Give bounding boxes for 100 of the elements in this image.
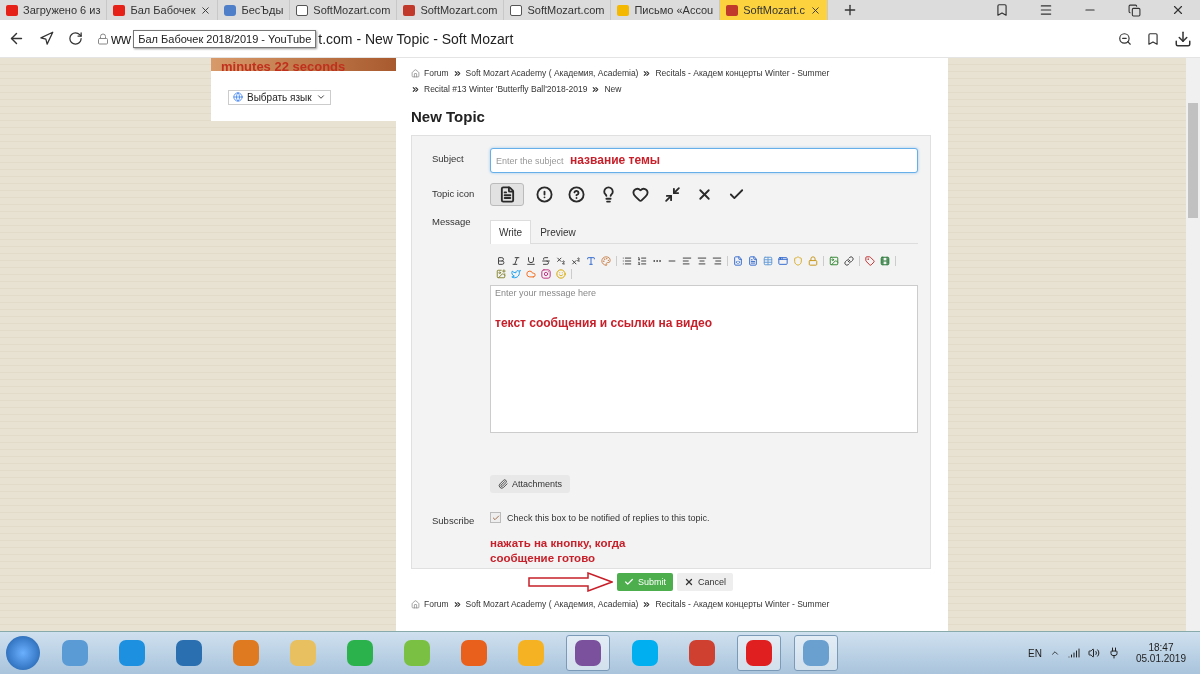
breadcrumb-link[interactable]: Forum bbox=[424, 598, 449, 611]
subscript-icon[interactable] bbox=[556, 256, 566, 266]
taskbar-app[interactable] bbox=[566, 635, 610, 671]
placeholder-text: Enter your message here bbox=[495, 288, 598, 298]
tab-title: SoftMozart.com bbox=[420, 4, 498, 16]
close-icon[interactable] bbox=[1171, 3, 1185, 17]
home-icon bbox=[411, 69, 420, 78]
start-button[interactable] bbox=[6, 636, 40, 670]
close-icon[interactable] bbox=[809, 4, 821, 16]
tab-title: Загружено 6 из bbox=[23, 4, 101, 16]
quote-icon[interactable] bbox=[748, 256, 758, 266]
cross-icon bbox=[684, 577, 694, 587]
tab-title: SoftMozart.com bbox=[313, 4, 391, 16]
film-icon[interactable] bbox=[880, 256, 890, 266]
code-icon[interactable] bbox=[733, 256, 743, 266]
breadcrumb-link[interactable]: Soft Mozart Academy ( Академия, Academia) bbox=[465, 598, 639, 611]
language-select[interactable]: Выбрать язык bbox=[228, 89, 331, 105]
editor-tab[interactable]: Write bbox=[490, 220, 532, 244]
subscribe-checkbox[interactable] bbox=[490, 512, 501, 523]
chevron-icon bbox=[642, 69, 652, 78]
url-text: t.com - New Topic - Soft Mozart bbox=[318, 30, 514, 47]
field-label: Subscribe bbox=[432, 514, 476, 526]
breadcrumb-link[interactable]: New bbox=[604, 83, 622, 96]
tab-title: БесЪды bbox=[241, 4, 284, 16]
tag-icon[interactable] bbox=[865, 256, 875, 266]
paperclip-icon bbox=[498, 479, 508, 489]
field-label: Topic icon bbox=[432, 187, 476, 199]
chevron-icon bbox=[452, 600, 462, 609]
chevron-icon bbox=[591, 85, 601, 94]
volume-icon[interactable] bbox=[1087, 647, 1100, 659]
bookmarks-icon[interactable] bbox=[995, 3, 1009, 17]
compress-icon bbox=[664, 186, 681, 203]
chevron-icon bbox=[411, 85, 420, 94]
close-icon[interactable] bbox=[200, 4, 212, 16]
message-field[interactable]: Enter your message here текст сообщения и ссылки на видео bbox=[490, 285, 918, 433]
italic-icon[interactable] bbox=[511, 256, 521, 266]
underline-icon[interactable] bbox=[526, 256, 536, 266]
palette-icon[interactable] bbox=[601, 256, 611, 266]
taskbar-app[interactable] bbox=[737, 635, 781, 671]
align-right-icon[interactable] bbox=[712, 256, 722, 266]
back-icon[interactable] bbox=[8, 30, 25, 47]
lightbulb-icon bbox=[600, 186, 617, 203]
tray-expand-icon[interactable] bbox=[1049, 648, 1060, 658]
field-label: Subject bbox=[432, 152, 465, 164]
home-icon bbox=[411, 600, 420, 609]
globe-icon bbox=[233, 92, 243, 102]
attachments-button[interactable]: Attachments bbox=[490, 475, 571, 493]
bullets-icon[interactable] bbox=[622, 256, 632, 266]
tab-title: SoftMozart.c bbox=[743, 4, 805, 16]
page-title: New Topic bbox=[411, 108, 486, 125]
chevron-icon bbox=[452, 69, 462, 78]
taskbar-app[interactable] bbox=[794, 635, 838, 671]
power-icon[interactable] bbox=[1107, 647, 1120, 659]
align-center-icon[interactable] bbox=[697, 256, 707, 266]
breadcrumb-link[interactable]: Recital #13 Winter 'Butterfly Ball'2018-2019 bbox=[424, 83, 588, 96]
breadcrumb-link[interactable]: Forum bbox=[424, 67, 449, 80]
superscript-icon[interactable] bbox=[571, 256, 581, 266]
link-icon[interactable] bbox=[844, 256, 854, 266]
bold-icon[interactable] bbox=[496, 256, 506, 266]
cancel-button[interactable]: Cancel bbox=[677, 573, 734, 591]
restore-icon[interactable] bbox=[1127, 3, 1141, 17]
field-label: Message bbox=[432, 216, 472, 227]
browser-tab[interactable]: SoftMozart.c bbox=[720, 0, 828, 20]
image-icon[interactable] bbox=[829, 256, 839, 266]
strike-icon[interactable] bbox=[541, 256, 551, 266]
topic-icon-option[interactable] bbox=[490, 183, 524, 206]
tab-title: SoftMozart.com bbox=[527, 4, 605, 16]
scrollbar[interactable] bbox=[1186, 58, 1200, 631]
heart-icon bbox=[632, 186, 649, 203]
instagram-icon[interactable] bbox=[541, 269, 551, 279]
font-icon[interactable] bbox=[586, 256, 596, 266]
breadcrumb-link[interactable]: Recitals - Академ концерты Winter - Summer bbox=[655, 67, 830, 80]
editor-tab[interactable]: Preview bbox=[531, 220, 585, 244]
zoom-out-icon[interactable] bbox=[1118, 31, 1132, 46]
tab-title: Письмо «Accou bbox=[634, 4, 714, 16]
align-left-icon[interactable] bbox=[682, 256, 692, 266]
check-icon bbox=[624, 577, 634, 587]
numbers-icon[interactable] bbox=[637, 256, 647, 266]
document-icon bbox=[498, 186, 516, 203]
question-icon bbox=[568, 186, 585, 203]
annotation-text: текст сообщения и ссылки на видео bbox=[495, 316, 714, 330]
menu-icon[interactable] bbox=[1039, 3, 1053, 17]
breadcrumb-link[interactable]: Soft Mozart Academy ( Академия, Academia) bbox=[465, 67, 639, 80]
chevron-icon bbox=[642, 600, 652, 609]
table-icon[interactable] bbox=[763, 256, 773, 266]
exclamation-icon bbox=[536, 186, 553, 203]
reload-icon[interactable] bbox=[68, 31, 83, 46]
annotation-text: нажать на кнопку, когда сообщение готово bbox=[490, 536, 627, 566]
lock-icon[interactable] bbox=[808, 256, 818, 266]
url-text: ww bbox=[111, 30, 132, 47]
tab-title: Бал Бабочек bbox=[130, 4, 196, 16]
window-icon[interactable] bbox=[778, 256, 788, 266]
language-indicator[interactable]: EN bbox=[1028, 647, 1042, 659]
bookmark-icon[interactable] bbox=[1146, 31, 1160, 46]
clock[interactable]: 18:47 05.01.2019 bbox=[1127, 642, 1194, 664]
download-icon[interactable] bbox=[1174, 29, 1192, 48]
breadcrumb-link[interactable]: Recitals - Академ концерты Winter - Summer bbox=[655, 598, 830, 611]
tooltip: Бал Бабочек 2018/2019 - YouTube bbox=[133, 29, 317, 48]
checkbox-label: Check this box to be notified of replies to this topic. bbox=[507, 512, 710, 523]
dropdown-icon bbox=[315, 92, 326, 102]
